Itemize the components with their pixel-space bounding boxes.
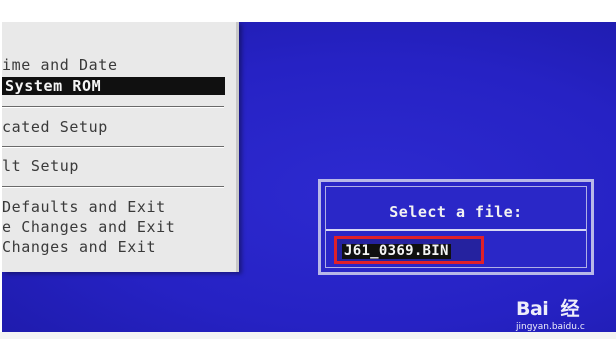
menu-item-default-setup[interactable]: lt Setup — [2, 157, 79, 175]
menu-item-advanced-setup[interactable]: cated Setup — [2, 118, 108, 136]
watermark-url: jingyan.baidu.c — [516, 322, 585, 332]
menu-item-system-rom[interactable]: System ROM — [2, 77, 225, 95]
menu-item-ignore-changes-and-exit[interactable]: Changes and Exit — [2, 238, 156, 256]
bios-screen: ime and Date System ROM cated Setup lt S… — [2, 22, 616, 332]
baidu-watermark: Bai 经 jingyan.baidu.c — [516, 294, 585, 332]
menu-item-defaults-and-exit[interactable]: Defaults and Exit — [2, 198, 166, 216]
select-file-dialog: Select a file: J61_0369.BIN — [318, 179, 594, 275]
dialog-title: Select a file: — [389, 203, 523, 221]
photo-frame: ime and Date System ROM cated Setup lt S… — [0, 0, 616, 339]
menu-item-save-changes-and-exit[interactable]: e Changes and Exit — [2, 218, 175, 236]
dialog-separator — [326, 229, 586, 231]
menu-divider — [2, 186, 224, 188]
menu-divider — [2, 106, 224, 108]
menu-divider — [2, 146, 224, 148]
file-select-field[interactable]: J61_0369.BIN — [334, 236, 484, 264]
selected-file-name[interactable]: J61_0369.BIN — [342, 244, 451, 259]
photo-bottom-edge — [0, 332, 616, 339]
bios-menu-panel: ime and Date System ROM cated Setup lt S… — [2, 22, 239, 272]
menu-item-time-and-date[interactable]: ime and Date — [2, 56, 118, 74]
watermark-brand: Bai 经 — [516, 298, 580, 320]
